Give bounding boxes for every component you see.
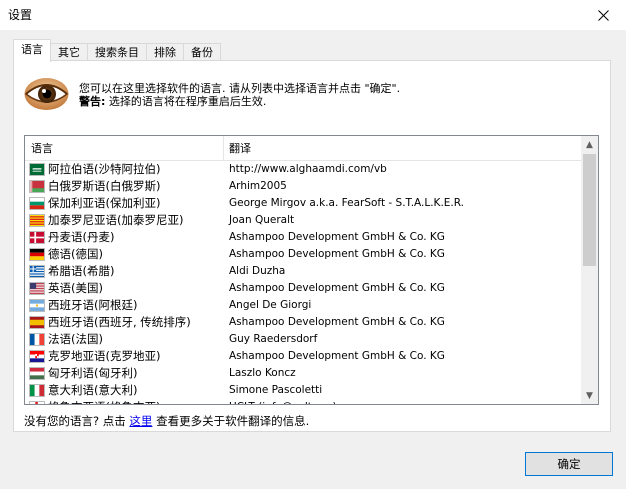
tab-search-items[interactable]: 搜索条目 xyxy=(87,43,147,61)
translation-info-link[interactable]: 这里 xyxy=(129,414,152,428)
flag-us-icon xyxy=(29,282,45,295)
language-list[interactable]: 语言 翻译 阿拉伯语(沙特阿拉伯) http://www.alghaamdi.co… xyxy=(24,135,599,405)
list-row[interactable]: 西班牙语(阿根廷) Angel De Giorgi xyxy=(25,297,581,314)
row-translator: Ashampoo Development GmbH & Co. KG xyxy=(229,248,445,260)
row-translator: Joan Queralt xyxy=(229,214,295,226)
row-translator: Aldi Duzha xyxy=(229,265,286,277)
close-button[interactable] xyxy=(580,0,626,30)
flag-de-icon xyxy=(29,248,45,261)
flag-ar-icon xyxy=(29,299,45,312)
flag-sa-icon xyxy=(29,163,45,176)
row-language: 英语(美国) xyxy=(48,281,103,295)
warning-label: 警告: xyxy=(79,95,106,108)
row-translator: Guy Raedersdorf xyxy=(229,333,318,345)
tab-strip: 语言 其它 搜索条目 排除 备份 xyxy=(13,39,221,62)
flag-gr-icon xyxy=(29,265,45,278)
title-bar: 设置 xyxy=(0,0,626,30)
row-language: 法语(法国) xyxy=(48,332,103,346)
row-language: 保加利亚语(保加利亚) xyxy=(48,196,161,210)
tab-exclude[interactable]: 排除 xyxy=(146,43,184,61)
column-header-language[interactable]: 语言 xyxy=(31,136,53,160)
flag-fr-icon xyxy=(29,333,45,346)
row-language: 匈牙利语(匈牙利) xyxy=(48,366,138,380)
list-row[interactable]: 白俄罗斯语(白俄罗斯) Arhim2005 xyxy=(25,178,581,195)
list-row[interactable]: 希腊语(希腊) Aldi Duzha xyxy=(25,263,581,280)
flag-bg-icon xyxy=(29,197,45,210)
flag-is-icon xyxy=(29,401,45,404)
window-title: 设置 xyxy=(8,8,33,22)
list-row[interactable]: 法语(法国) Guy Raedersdorf xyxy=(25,331,581,348)
list-row[interactable]: 格鲁吉亚语(格鲁吉亚) UCLT (info@uclt.org) xyxy=(25,399,581,404)
row-language: 希腊语(希腊) xyxy=(48,264,115,278)
list-row[interactable]: 匈牙利语(匈牙利) Laszlo Koncz xyxy=(25,365,581,382)
row-language: 克罗地亚语(克罗地亚) xyxy=(48,349,161,363)
list-row[interactable]: 西班牙语(西班牙, 传统排序) Ashampoo Development GmbH… xyxy=(25,314,581,331)
warning-text: 选择的语言将在程序重启后生效. xyxy=(105,95,267,108)
row-translator: Laszlo Koncz xyxy=(229,367,296,379)
tab-backup[interactable]: 备份 xyxy=(183,43,221,61)
warning-line: 警告: 选择的语言将在程序重启后生效. xyxy=(79,95,400,108)
close-icon xyxy=(597,9,609,21)
row-translator: Ashampoo Development GmbH & Co. KG xyxy=(229,231,445,243)
list-row[interactable]: 意大利语(意大利) Simone Pascoletti xyxy=(25,382,581,399)
row-translator: UCLT (info@uclt.org) xyxy=(229,399,337,404)
row-language: 加泰罗尼亚语(加泰罗尼亚) xyxy=(48,213,184,227)
tab-language[interactable]: 语言 xyxy=(13,39,51,62)
row-translator: Ashampoo Development GmbH & Co. KG xyxy=(229,282,445,294)
list-rows: 阿拉伯语(沙特阿拉伯) http://www.alghaamdi.com/vb 白俄… xyxy=(25,161,581,404)
row-translator: Arhim2005 xyxy=(229,180,287,192)
row-language: 西班牙语(阿根廷) xyxy=(48,298,138,312)
row-translator: George Mirgov a.k.a. FearSoft - S.T.A.L.… xyxy=(229,197,465,209)
flag-es-icon xyxy=(29,316,45,329)
list-row[interactable]: 德语(德国) Ashampoo Development GmbH & Co. KG xyxy=(25,246,581,263)
list-header: 语言 翻译 xyxy=(25,136,581,161)
list-row[interactable]: 英语(美国) Ashampoo Development GmbH & Co. KG xyxy=(25,280,581,297)
flag-it-icon xyxy=(29,384,45,397)
list-row[interactable]: 阿拉伯语(沙特阿拉伯) http://www.alghaamdi.com/vb xyxy=(25,161,581,178)
vertical-scrollbar[interactable]: ▲ ▼ xyxy=(581,136,598,404)
row-language: 格鲁吉亚语(格鲁吉亚) xyxy=(48,399,160,404)
flag-dk-icon xyxy=(29,231,45,244)
column-header-translation[interactable]: 翻译 xyxy=(229,136,251,160)
row-language: 德语(德国) xyxy=(48,247,103,261)
footer-suffix: 查看更多关于软件翻译的信息. xyxy=(152,414,310,428)
row-translator: Angel De Giorgi xyxy=(229,299,312,311)
list-row[interactable]: 丹麦语(丹麦) Ashampoo Development GmbH & Co. K… xyxy=(25,229,581,246)
settings-dialog: 语言 其它 搜索条目 排除 备份 您可以在这里选择软件的语言. 请从列表中选择语… xyxy=(0,30,626,489)
flag-by-icon xyxy=(29,180,45,193)
language-panel: 您可以在这里选择软件的语言. 请从列表中选择语言并点击 "确定". 警告: 选择… xyxy=(13,60,611,432)
list-row[interactable]: 克罗地亚语(克罗地亚) Ashampoo Development GmbH & C… xyxy=(25,348,581,365)
row-translator: Simone Pascoletti xyxy=(229,384,323,396)
column-separator[interactable] xyxy=(223,136,224,160)
intro-line: 您可以在这里选择软件的语言. 请从列表中选择语言并点击 "确定". xyxy=(79,82,401,95)
intro-text: 您可以在这里选择软件的语言. 请从列表中选择语言并点击 "确定". 警告: 选择… xyxy=(79,82,400,108)
list-row[interactable]: 加泰罗尼亚语(加泰罗尼亚) Joan Queralt xyxy=(25,212,581,229)
eye-icon xyxy=(24,78,69,110)
scroll-thumb[interactable] xyxy=(583,154,596,266)
footer-note: 没有您的语言? 点击 这里 查看更多关于软件翻译的信息. xyxy=(24,413,309,429)
row-translator: http://www.alghaamdi.com/vb xyxy=(229,163,387,175)
flag-ct-icon xyxy=(29,214,45,227)
row-language: 意大利语(意大利) xyxy=(48,383,138,397)
row-language: 阿拉伯语(沙特阿拉伯) xyxy=(48,162,161,176)
scroll-up-arrow-icon[interactable]: ▲ xyxy=(581,136,598,153)
row-translator: Ashampoo Development GmbH & Co. KG xyxy=(229,316,445,328)
flag-hr-icon xyxy=(29,350,45,363)
flag-hu-icon xyxy=(29,367,45,380)
row-language: 白俄罗斯语(白俄罗斯) xyxy=(48,179,161,193)
list-row[interactable]: 保加利亚语(保加利亚) George Mirgov a.k.a. FearSoft… xyxy=(25,195,581,212)
scroll-down-arrow-icon[interactable]: ▼ xyxy=(581,387,598,404)
tab-other[interactable]: 其它 xyxy=(50,43,88,61)
row-translator: Ashampoo Development GmbH & Co. KG xyxy=(229,350,445,362)
row-language: 西班牙语(西班牙, 传统排序) xyxy=(48,315,191,329)
footer-prefix: 没有您的语言? 点击 xyxy=(24,414,130,428)
ok-button[interactable]: 确定 xyxy=(525,452,613,476)
row-language: 丹麦语(丹麦) xyxy=(48,230,115,244)
